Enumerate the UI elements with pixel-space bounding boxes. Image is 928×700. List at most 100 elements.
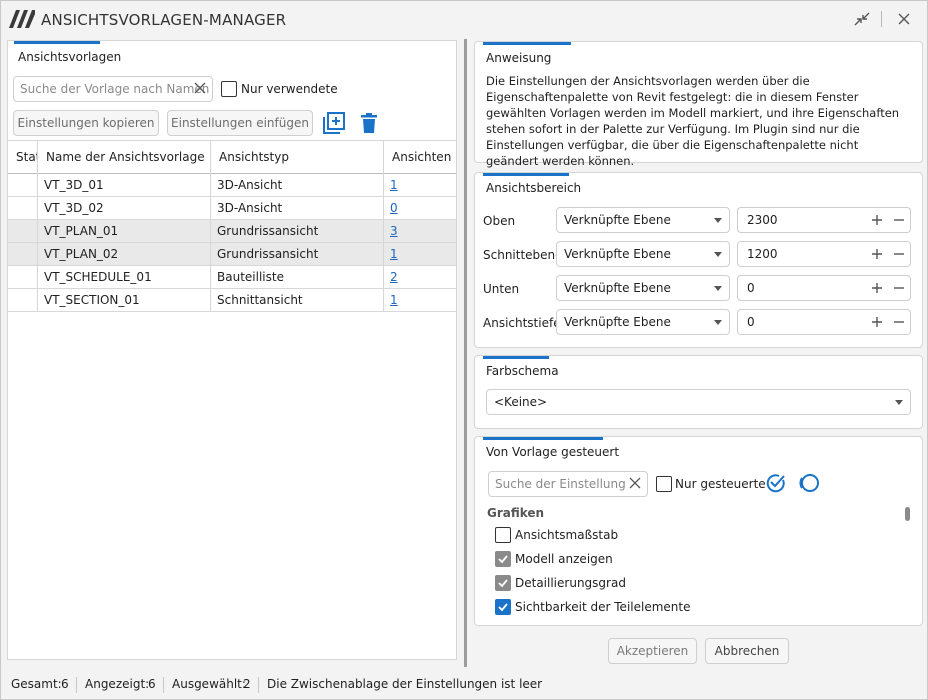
only-used-label: Nur verwendete bbox=[241, 82, 338, 96]
controlled-title: Von Vorlage gesteuert bbox=[486, 445, 620, 459]
group-accent bbox=[483, 437, 603, 440]
uncheck-all-icon[interactable] bbox=[798, 472, 820, 494]
views-count-link[interactable]: 1 bbox=[384, 243, 456, 265]
delete-template-icon[interactable] bbox=[357, 111, 381, 135]
chevron-down-icon bbox=[714, 252, 722, 257]
panel-splitter[interactable] bbox=[464, 39, 467, 667]
minus-icon[interactable] bbox=[893, 282, 905, 294]
plus-icon[interactable] bbox=[871, 214, 883, 226]
setting-checkbox[interactable] bbox=[495, 575, 511, 591]
status-selected-label: Ausgewählt: bbox=[172, 677, 246, 691]
instruction-text: Die Einstellungen der Ansichtsvorlagen w… bbox=[486, 74, 900, 168]
titlebar-divider bbox=[881, 11, 882, 27]
scrollbar-thumb[interactable] bbox=[905, 507, 910, 521]
views-count-link[interactable]: 2 bbox=[384, 266, 456, 288]
status-clipboard-text: Die Zwischenablage der Einstellungen ist… bbox=[267, 677, 543, 691]
color-scheme-title: Farbschema bbox=[486, 364, 559, 378]
view-range-label: Schnittebene bbox=[483, 248, 563, 262]
cancel-button[interactable]: Abbrechen bbox=[705, 638, 789, 664]
color-scheme-select[interactable]: <Keine> bbox=[486, 389, 911, 415]
status-total-value: 6 bbox=[61, 677, 69, 691]
view-range-offset-input[interactable]: 2300 bbox=[737, 207, 911, 233]
table-row[interactable]: VT_PLAN_01 Grundrissansicht 3 bbox=[8, 220, 456, 243]
add-template-icon[interactable] bbox=[322, 111, 346, 135]
status-selected-value: 2 bbox=[243, 677, 251, 691]
minus-icon[interactable] bbox=[893, 316, 905, 328]
clear-search-icon[interactable] bbox=[627, 475, 643, 491]
status-divider bbox=[163, 677, 164, 693]
views-count-link[interactable]: 0 bbox=[384, 197, 456, 219]
title-bar: ANSICHTSVORLAGEN-MANAGER bbox=[1, 1, 927, 37]
plus-icon[interactable] bbox=[871, 316, 883, 328]
column-header-status[interactable]: Status bbox=[8, 141, 38, 174]
view-range-title: Ansichtsbereich bbox=[486, 181, 582, 195]
checkmark-icon bbox=[498, 555, 508, 564]
view-range-level-select[interactable]: Verknüpfte Ebene bbox=[556, 241, 730, 267]
chevron-down-icon bbox=[714, 286, 722, 291]
paste-settings-button[interactable]: Einstellungen einfügen bbox=[167, 110, 313, 136]
status-shown-value: 6 bbox=[148, 677, 156, 691]
window-title: ANSICHTSVORLAGEN-MANAGER bbox=[41, 11, 287, 29]
view-range-label: Unten bbox=[483, 282, 520, 296]
status-divider bbox=[76, 677, 77, 693]
templates-panel: Ansichtsvorlagen Suche der Vorlage nach … bbox=[7, 40, 457, 660]
setting-label: Modell anzeigen bbox=[515, 552, 613, 566]
views-count-link[interactable]: 1 bbox=[384, 289, 456, 311]
minus-icon[interactable] bbox=[893, 248, 905, 260]
view-range-level-select[interactable]: Verknüpfte Ebene bbox=[556, 207, 730, 233]
column-header-views[interactable]: Ansichten bbox=[384, 141, 456, 174]
setting-checkbox[interactable] bbox=[495, 551, 511, 567]
app-window: ANSICHTSVORLAGEN-MANAGER Ansichtsvorlage… bbox=[0, 0, 928, 700]
status-total-label: Gesamt: bbox=[11, 677, 62, 691]
controlled-group: Von Vorlage gesteuert Suche der Einstell… bbox=[474, 436, 923, 626]
check-all-icon[interactable] bbox=[765, 472, 787, 494]
clear-search-icon[interactable] bbox=[192, 80, 208, 96]
plus-icon[interactable] bbox=[871, 282, 883, 294]
checkmark-icon bbox=[498, 603, 508, 612]
only-controlled-label: Nur gesteuerte bbox=[675, 477, 766, 491]
view-range-offset-input[interactable]: 0 bbox=[737, 309, 911, 335]
setting-checkbox[interactable] bbox=[495, 599, 511, 615]
view-range-level-select[interactable]: Verknüpfte Ebene bbox=[556, 275, 730, 301]
instruction-group: Anweisung Die Einstellungen der Ansichts… bbox=[474, 41, 923, 168]
only-controlled-checkbox[interactable] bbox=[656, 476, 672, 492]
accept-button[interactable]: Akzeptieren bbox=[608, 638, 697, 664]
table-row[interactable]: VT_SCHEDULE_01 Bauteilliste 2 bbox=[8, 266, 456, 289]
table-row[interactable]: VT_PLAN_02 Grundrissansicht 1 bbox=[8, 243, 456, 266]
setting-search-input[interactable]: Suche der Einstellung bbox=[488, 471, 648, 497]
setting-checkbox[interactable] bbox=[495, 527, 511, 543]
restore-icon[interactable] bbox=[851, 9, 873, 29]
chevron-down-icon bbox=[714, 218, 722, 223]
table-row[interactable]: VT_3D_02 3D-Ansicht 0 bbox=[8, 197, 456, 220]
chevron-down-icon bbox=[895, 400, 903, 405]
group-accent bbox=[483, 173, 569, 176]
table-row[interactable]: VT_3D_01 3D-Ansicht 1 bbox=[8, 174, 456, 197]
status-bar: Gesamt: 6 Angezeigt: 6 Ausgewählt: 2 Die… bbox=[1, 672, 927, 698]
table-row[interactable]: VT_SECTION_01 Schnittansicht 1 bbox=[8, 289, 456, 312]
copy-settings-button[interactable]: Einstellungen kopieren bbox=[13, 110, 159, 136]
column-header-name[interactable]: Name der Ansichtsvorlage bbox=[38, 141, 211, 174]
views-count-link[interactable]: 3 bbox=[384, 220, 456, 242]
minus-icon[interactable] bbox=[893, 214, 905, 226]
templates-group-title: Ansichtsvorlagen bbox=[18, 50, 122, 64]
view-range-offset-input[interactable]: 0 bbox=[737, 275, 911, 301]
settings-section-header: Grafiken bbox=[487, 506, 545, 520]
setting-label: Sichtbarkeit der Teilelemente bbox=[515, 600, 691, 614]
table-header: Status Name der Ansichtsvorlage Ansichts… bbox=[8, 140, 456, 174]
close-icon[interactable] bbox=[894, 9, 914, 29]
chevron-down-icon bbox=[714, 320, 722, 325]
plus-icon[interactable] bbox=[871, 248, 883, 260]
setting-label: Detaillierungsgrad bbox=[515, 576, 626, 590]
column-header-type[interactable]: Ansichtstyp bbox=[211, 141, 384, 174]
color-scheme-group: Farbschema <Keine> bbox=[474, 355, 923, 429]
only-used-checkbox[interactable] bbox=[221, 81, 237, 97]
view-range-level-select[interactable]: Verknüpfte Ebene bbox=[556, 309, 730, 335]
template-search-input[interactable]: Suche der Vorlage nach Namen bbox=[13, 76, 213, 102]
group-accent bbox=[483, 356, 549, 359]
status-divider bbox=[258, 677, 259, 693]
views-count-link[interactable]: 1 bbox=[384, 174, 456, 196]
view-range-offset-input[interactable]: 1200 bbox=[737, 241, 911, 267]
status-shown-label: Angezeigt: bbox=[85, 677, 150, 691]
group-accent bbox=[14, 41, 100, 44]
view-range-label: Oben bbox=[483, 214, 516, 228]
